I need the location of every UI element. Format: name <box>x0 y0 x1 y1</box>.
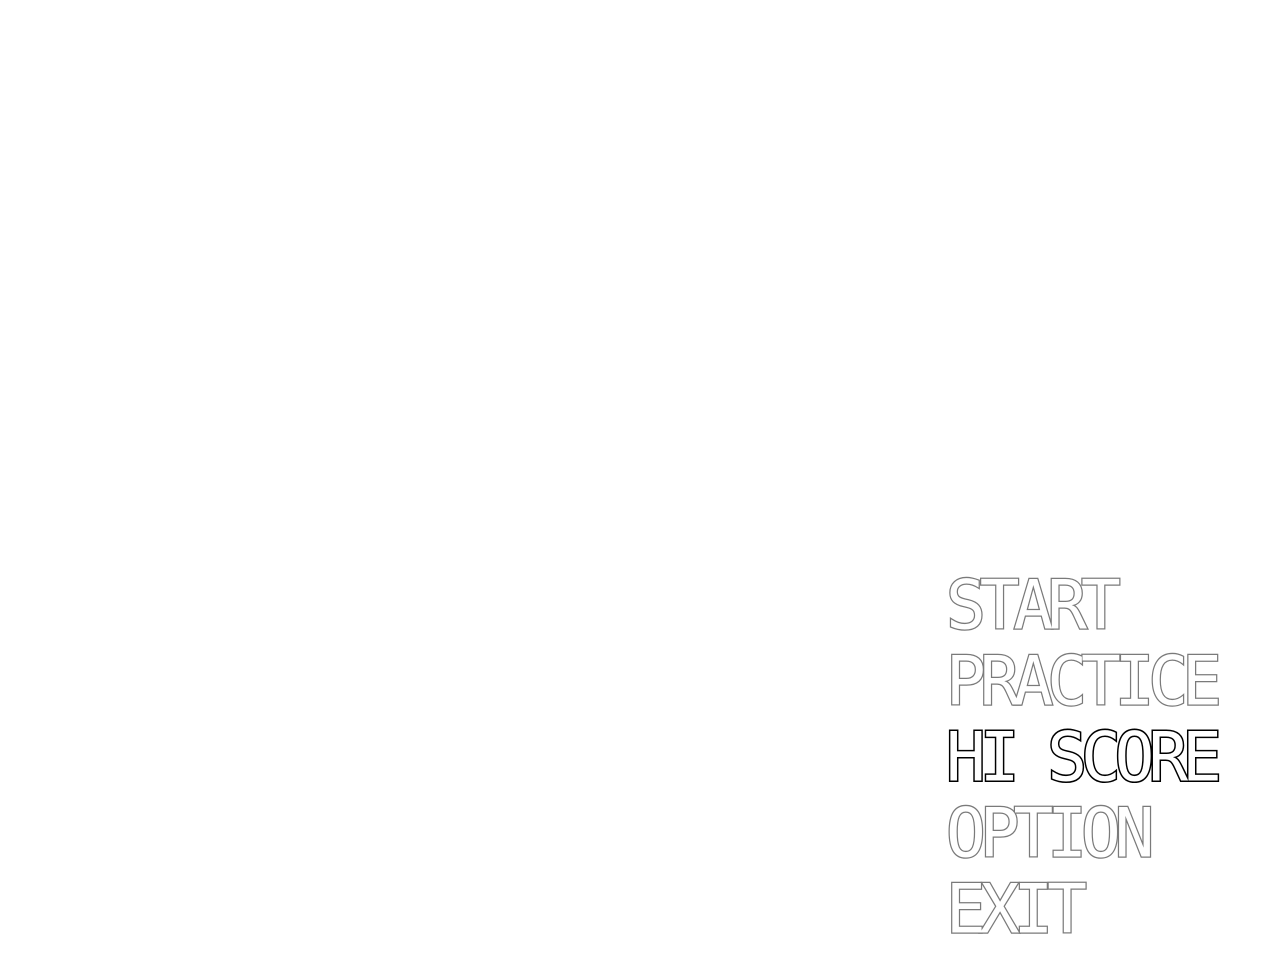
title-screen: START PRACTICE HI SCORE OPTION EXIT <box>0 0 1280 960</box>
menu-item-hi-score[interactable]: HI SCORE <box>945 717 1276 798</box>
menu-item-start[interactable]: START <box>945 565 1276 645</box>
menu-item-option[interactable]: OPTION <box>945 793 1276 873</box>
menu-item-practice[interactable]: PRACTICE <box>945 641 1276 721</box>
menu-item-exit[interactable]: EXIT <box>945 869 1276 949</box>
main-menu: START PRACTICE HI SCORE OPTION EXIT <box>945 565 1276 949</box>
